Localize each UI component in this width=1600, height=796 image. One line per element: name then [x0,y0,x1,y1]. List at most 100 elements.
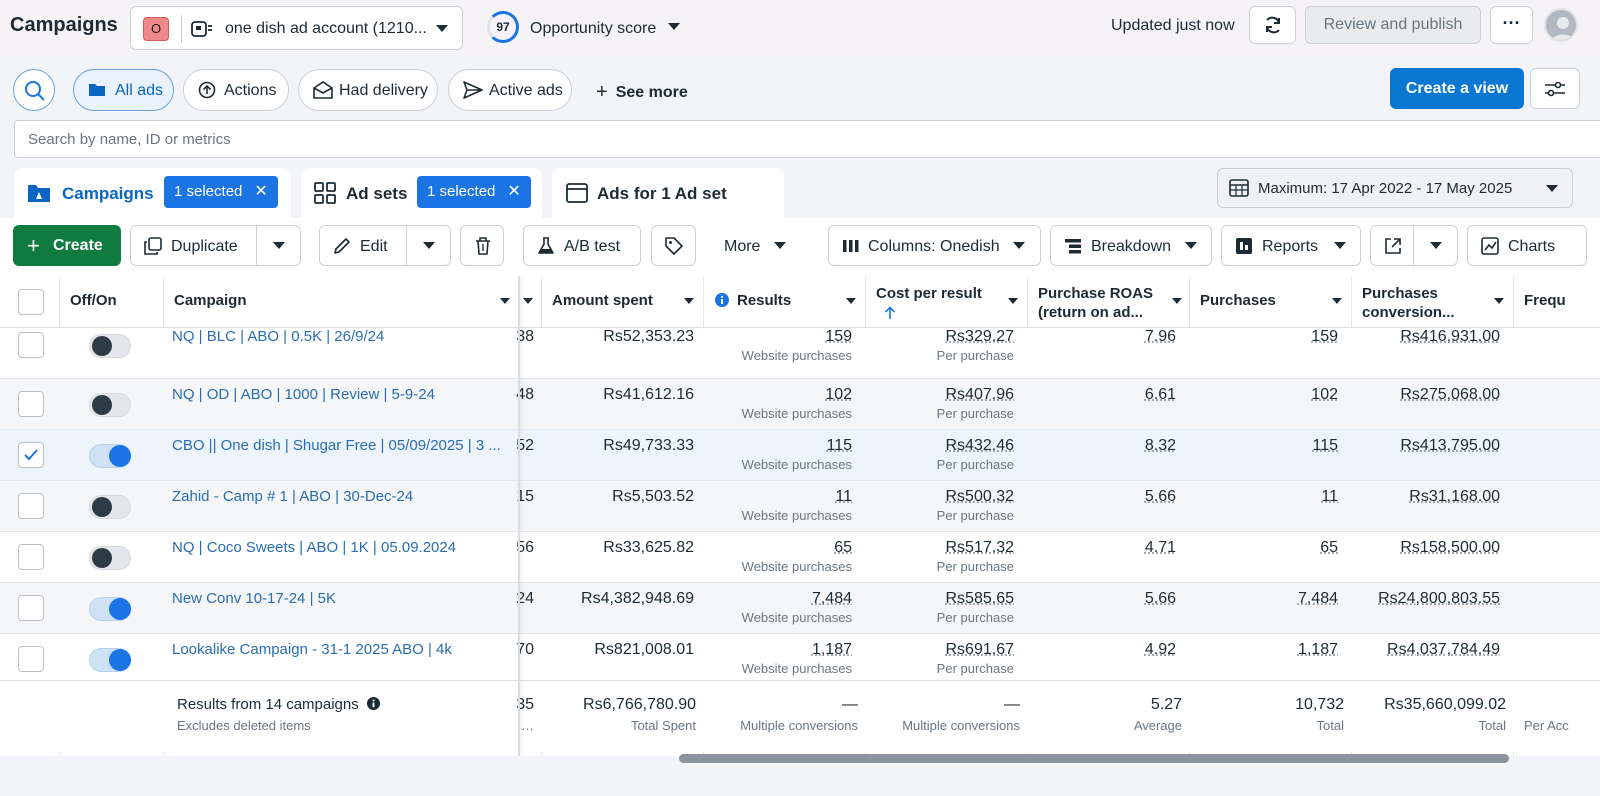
table-row[interactable]: New Conv 10-17-24 | 5K 24 Rs4,382,948.69 7,… [0,583,1600,634]
row-checkbox[interactable] [18,544,44,570]
row-checkbox[interactable] [18,391,44,417]
table-row[interactable]: NQ | OD | ABO | 1000 | Review | 5-9-24 48… [0,379,1600,430]
delivery-toggle[interactable] [89,648,131,672]
cost-per-result-value[interactable]: Rs691.67 [865,641,1015,659]
chip-actions[interactable]: Actions [183,69,289,111]
results-value[interactable]: 11 [703,488,852,506]
results-value[interactable]: 65 [703,539,852,557]
purchase-roas-value[interactable]: 8.32 [1027,437,1176,455]
delivery-toggle[interactable] [89,444,131,468]
delivery-toggle[interactable] [89,393,131,417]
cost-per-result-value[interactable]: Rs329.27 [865,328,1015,346]
cost-per-result-value[interactable]: Rs432.46 [865,437,1015,455]
close-icon[interactable]: ✕ [254,183,267,200]
adsets-selected-pill[interactable]: 1 selected ✕ [417,176,531,208]
purchases-value[interactable]: 65 [1189,539,1338,557]
header-hidden-column[interactable] [520,276,541,328]
header-amount-spent[interactable]: Amount spent [541,276,703,328]
chip-all-ads[interactable]: All ads [73,69,174,111]
row-checkbox[interactable] [18,646,44,672]
info-icon[interactable] [715,293,729,307]
results-value[interactable]: 115 [703,437,852,455]
chip-had-delivery[interactable]: Had delivery [298,69,438,111]
results-value[interactable]: 7,484 [703,590,852,608]
breakdown-button[interactable]: Breakdown [1050,225,1212,266]
delete-button[interactable] [460,225,504,266]
more-options-button[interactable]: ··· [1490,6,1533,44]
cost-per-result-value[interactable]: Rs585.65 [865,590,1015,608]
purchase-roas-value[interactable]: 4.92 [1027,641,1176,659]
table-row[interactable]: CBO || One dish | Shugar Free | 05/09/20… [0,430,1600,481]
results-value[interactable]: 102 [703,386,852,404]
header-offon[interactable]: Off/On [59,276,163,328]
purchase-roas-value[interactable]: 7.96 [1027,328,1176,346]
chip-active-ads[interactable]: Active ads [448,69,572,111]
search-button[interactable] [13,69,55,111]
purchases-conversion-value[interactable]: Rs275,068.00 [1351,386,1500,404]
close-icon[interactable]: ✕ [507,183,520,200]
purchases-conversion-value[interactable]: Rs158,500.00 [1351,539,1500,557]
create-button[interactable]: + Create [13,225,121,266]
campaign-name-link[interactable]: Lookalike Campaign - 31-1 2025 ABO | 4k [172,641,507,658]
purchase-roas-value[interactable]: 5.66 [1027,590,1176,608]
horizontal-scrollbar[interactable] [679,754,1509,763]
tab-ad-sets[interactable]: Ad sets 1 selected ✕ [301,168,542,218]
campaign-name-link[interactable]: New Conv 10-17-24 | 5K [172,590,507,607]
header-results[interactable]: Results [703,276,865,328]
header-purchase-roas[interactable]: Purchase ROAS (return on ad... [1027,276,1189,328]
row-checkbox[interactable] [18,595,44,621]
info-icon[interactable] [366,697,380,710]
results-value[interactable]: 1,187 [703,641,852,659]
reports-button[interactable]: Reports [1221,225,1361,266]
purchases-value[interactable]: 102 [1189,386,1338,404]
header-purchases[interactable]: Purchases [1189,276,1351,328]
ab-test-button[interactable]: A/B test [523,225,641,266]
see-more-button[interactable]: + See more [596,80,688,103]
row-checkbox[interactable] [18,493,44,519]
cost-per-result-value[interactable]: Rs407.96 [865,386,1015,404]
delivery-toggle[interactable] [89,597,131,621]
search-field[interactable] [14,120,1600,158]
purchases-conversion-value[interactable]: Rs413,795.00 [1351,437,1500,455]
campaign-name-link[interactable]: NQ | Coco Sweets | ABO | 1K | 05.09.2024 [172,539,507,556]
table-row[interactable]: Lookalike Campaign - 31-1 2025 ABO | 4k 7… [0,634,1600,685]
more-button[interactable]: More [705,225,805,266]
avatar[interactable] [1544,8,1578,42]
campaign-name-link[interactable]: NQ | BLC | ABO | 0.5K | 26/9/24 [172,328,507,345]
header-campaign[interactable]: Campaign [163,276,518,328]
campaign-name-link[interactable]: Zahid - Camp # 1 | ABO | 30-Dec-24 [172,488,507,505]
purchases-conversion-value[interactable]: Rs4,037,784.49 [1351,641,1500,659]
delivery-toggle[interactable] [89,495,131,519]
purchase-roas-value[interactable]: 5.66 [1027,488,1176,506]
table-row[interactable]: Zahid - Camp # 1 | ABO | 30-Dec-24 15 Rs5,… [0,481,1600,532]
campaign-name-link[interactable]: CBO || One dish | Shugar Free | 05/09/20… [172,437,507,454]
table-row[interactable]: NQ | BLC | ABO | 0.5K | 26/9/24 38 Rs52,35… [0,328,1600,379]
refresh-button[interactable] [1249,6,1296,44]
header-cost-per-result[interactable]: Cost per result [865,276,1027,328]
campaign-name-link[interactable]: NQ | OD | ABO | 1000 | Review | 5-9-24 [172,386,507,403]
purchases-conversion-value[interactable]: Rs24,800,803.55 [1351,590,1500,608]
purchase-roas-value[interactable]: 4.71 [1027,539,1176,557]
review-publish-button[interactable]: Review and publish [1305,6,1481,44]
columns-button[interactable]: Columns: Onedish [828,225,1041,266]
tab-ads[interactable]: Ads for 1 Ad set [552,168,784,218]
duplicate-dropdown[interactable] [256,226,300,265]
duplicate-button[interactable]: Duplicate [130,225,301,266]
create-view-button[interactable]: Create a view [1390,68,1524,109]
tab-campaigns[interactable]: Campaigns 1 selected ✕ [14,168,291,218]
cost-per-result-value[interactable]: Rs517.32 [865,539,1015,557]
tag-button[interactable] [651,225,696,266]
select-all-checkbox[interactable] [18,289,44,315]
edit-button[interactable]: Edit [319,225,451,266]
export-dropdown[interactable] [1413,226,1457,265]
purchases-value[interactable]: 7,484 [1189,590,1338,608]
purchase-roas-value[interactable]: 6.61 [1027,386,1176,404]
purchases-conversion-value[interactable]: Rs416,931.00 [1351,328,1500,346]
delivery-toggle[interactable] [89,546,131,570]
export-button[interactable] [1370,225,1458,266]
purchases-value[interactable]: 11 [1189,488,1338,506]
header-purchases-conversion[interactable]: Purchases conversion... [1351,276,1513,328]
account-selector[interactable]: O one dish ad account (1210... [130,6,463,50]
purchases-value[interactable]: 159 [1189,328,1338,346]
header-frequency[interactable]: Frequ [1513,276,1600,328]
